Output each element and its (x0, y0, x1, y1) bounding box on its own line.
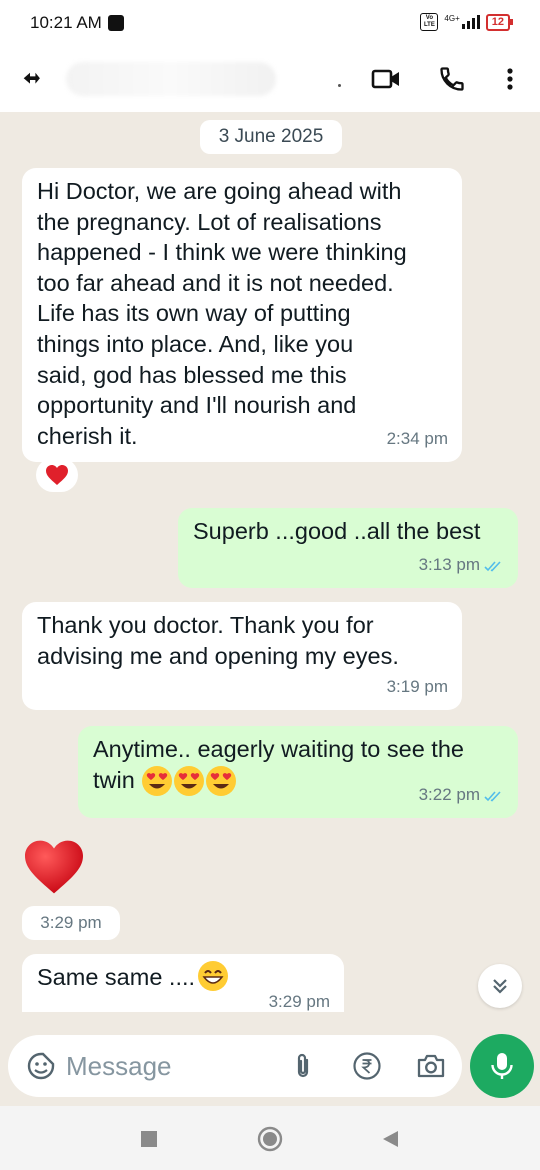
message-text: Superb ...good ..all the best (193, 518, 481, 544)
square-icon (141, 1131, 157, 1147)
voice-call-icon[interactable] (436, 63, 468, 95)
contact-avatar-name[interactable] (66, 62, 276, 96)
read-ticks-icon (484, 791, 501, 802)
message-time: 2:34 pm (387, 424, 448, 455)
message-time-text: 3:22 pm (418, 785, 480, 805)
big-heart-emoji-icon[interactable] (22, 838, 88, 898)
back-button[interactable] (378, 1126, 404, 1152)
message-bubble-outgoing[interactable]: Superb ...good ..all the best 3:13 pm (178, 508, 518, 588)
separator-dot (338, 84, 341, 87)
attachment-icon[interactable] (288, 1051, 318, 1081)
status-time-group: 10:21 AM (30, 13, 124, 33)
read-ticks-icon (484, 561, 501, 572)
sticker-icon[interactable] (26, 1051, 56, 1081)
heart-eyes-emoji-icon (174, 766, 205, 797)
grinning-emoji-icon (198, 960, 229, 991)
message-line: Life has its own way of putting (37, 300, 351, 327)
notification-icon (107, 15, 124, 31)
triangle-back-icon (383, 1131, 398, 1147)
battery-icon: 12 (485, 13, 514, 31)
message-line: twin (93, 766, 135, 793)
back-arrow-icon[interactable] (18, 66, 46, 90)
message-bubble-incoming[interactable]: Same same .... 3:29 pm (22, 954, 344, 1012)
message-time-text: 3:19 pm (386, 677, 448, 697)
message-bubble-incoming[interactable]: Thank you doctor. Thank you for advising… (22, 602, 462, 710)
mic-icon (491, 1053, 513, 1079)
more-vert-icon[interactable] (494, 63, 526, 95)
rupee-payment-icon[interactable] (352, 1051, 382, 1081)
message-line: too far ahead and it is not needed. (37, 269, 394, 296)
recents-button[interactable] (136, 1126, 162, 1152)
message-line: Anytime.. eagerly waiting to see the (93, 736, 464, 762)
message-line: the pregnancy. Lot of realisations (37, 208, 382, 235)
message-line: opportunity and I'll nourish and (37, 392, 357, 419)
message-time: 3:19 pm (387, 672, 448, 703)
message-line: said, god has blessed me this (37, 361, 347, 388)
message-time: 3:13 pm (419, 550, 504, 581)
message-time-text: 3:13 pm (418, 555, 480, 575)
message-time: 3:29 pm (269, 987, 330, 1018)
network-type-label: 4G+ (444, 13, 460, 23)
date-chip: 3 June 2025 (200, 120, 342, 154)
mic-button[interactable] (470, 1034, 534, 1098)
scroll-to-bottom-button[interactable] (478, 964, 522, 1008)
message-time-text: 2:34 pm (386, 429, 448, 449)
message-line: Thank you doctor. Thank you for (37, 612, 374, 638)
status-bar: 10:21 AM Vo LTE 4G+ 12 (0, 0, 540, 46)
reaction-heart-icon[interactable] (36, 458, 78, 492)
message-line: Hi Doctor, we are going ahead with (37, 178, 402, 204)
home-circle-icon (257, 1126, 283, 1152)
system-nav-bar (0, 1106, 540, 1170)
chat-header (0, 46, 540, 112)
message-line: things into place. And, like you (37, 330, 354, 357)
heart-eyes-emoji-icon (142, 766, 173, 797)
double-chevron-down-icon (493, 979, 507, 994)
message-text: Same same .... (37, 964, 196, 990)
chat-messages[interactable]: 3 June 2025 Hi Doctor, we are going ahea… (0, 112, 540, 1022)
video-call-icon[interactable] (370, 63, 402, 95)
battery-level: 12 (491, 15, 504, 28)
message-time-chip: 3:29 pm (22, 906, 120, 940)
volte-icon: Vo LTE (420, 13, 439, 31)
status-icons: Vo LTE 4G+ 12 (420, 13, 514, 31)
message-time: 3:22 pm (419, 780, 504, 811)
message-bubble-incoming[interactable]: Hi Doctor, we are going ahead with the p… (22, 168, 462, 462)
heart-eyes-emoji-icon (206, 766, 237, 797)
camera-icon[interactable] (416, 1051, 446, 1081)
status-time: 10:21 AM (30, 13, 102, 32)
home-button[interactable] (257, 1126, 283, 1152)
signal-icon (461, 15, 480, 29)
message-bubble-outgoing[interactable]: Anytime.. eagerly waiting to see the twi… (78, 726, 518, 818)
message-composer (8, 1035, 462, 1097)
message-line: advising me and opening my eyes. (37, 642, 399, 669)
message-input[interactable] (66, 1049, 266, 1083)
message-line: happened - I think we were thinking (37, 239, 407, 266)
message-time-text: 3:29 pm (40, 913, 102, 932)
message-time-text: 3:29 pm (268, 992, 330, 1012)
